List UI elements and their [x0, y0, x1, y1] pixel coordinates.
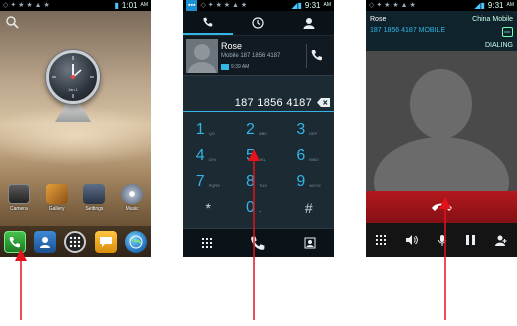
add-call-icon[interactable] — [495, 235, 507, 246]
status-time: 9:31 — [487, 1, 504, 10]
key-2[interactable]: 2 ABC — [233, 118, 283, 142]
settings-icon — [83, 184, 106, 204]
key-hash[interactable]: # — [284, 196, 334, 220]
signal-icon: ◢▮ — [474, 1, 485, 10]
browser-icon[interactable] — [124, 230, 147, 253]
app-drawer-icon[interactable] — [64, 230, 87, 253]
contacts-tab-icon[interactable] — [284, 11, 334, 35]
status-ampm: AM — [323, 2, 332, 8]
call-type-icon — [221, 64, 229, 70]
key-digit: # — [304, 200, 313, 216]
key-letters: WXYZ — [309, 182, 321, 188]
app-shortcuts: Camera Gallery Settings Music — [0, 184, 151, 212]
hold-icon[interactable] — [466, 235, 475, 245]
caller-number: 187 1856 4187 MOBILE — [370, 27, 446, 34]
key-letters: ABC — [258, 130, 268, 136]
call-time: 9:39 AM — [231, 64, 250, 70]
call-log-tab-icon[interactable] — [233, 11, 283, 35]
key-digit: 9 — [296, 173, 306, 190]
avatar-body — [374, 137, 509, 191]
add-contact-icon[interactable] — [304, 237, 316, 249]
backspace-icon[interactable] — [317, 98, 330, 107]
contacts-icon[interactable] — [34, 230, 57, 253]
music-icon — [121, 184, 144, 204]
key-6[interactable]: 6 MNO — [284, 144, 334, 168]
arrow-to-phone-icon — [15, 249, 27, 320]
recent-call-entry[interactable]: Rose Mobile 187 1856 4187 9:39 AM — [183, 36, 334, 76]
app-settings[interactable]: Settings — [78, 184, 110, 212]
app-label: Camera — [9, 206, 28, 212]
more-options-icon[interactable] — [502, 27, 513, 37]
arrow-to-end-call — [439, 197, 451, 320]
arrow-to-dial-keypad — [248, 149, 260, 320]
key-digit: 1 — [195, 121, 205, 138]
call-back-icon[interactable] — [310, 48, 326, 64]
app-label: Music — [125, 206, 139, 212]
dialpad-icon[interactable] — [376, 235, 386, 245]
status-ampm: AM — [140, 2, 149, 8]
caller-info: Rose China Mobile 187 1856 4187 MOBILE D… — [366, 11, 517, 51]
key-1[interactable]: 1 QO — [183, 118, 233, 142]
carrier-name: China Mobile — [472, 16, 513, 23]
home-screen: ◇ ✦ ★ ★ ▲ ★ ▮ 1:01 AM Jan 1 Camera Galle… — [0, 0, 151, 257]
gallery-icon — [45, 184, 68, 204]
notification-icons: ◇ ✦ ★ ★ ▲ ★ — [3, 2, 50, 9]
caller-avatar — [366, 51, 517, 191]
key-letters: PQRS — [208, 182, 220, 188]
keypad-toggle-icon[interactable] — [201, 238, 212, 248]
key-digit: 2 — [246, 121, 255, 138]
avatar-head — [410, 69, 472, 139]
key-7[interactable]: 7 PQRS — [183, 170, 233, 194]
key-4[interactable]: 4 GHI — [183, 144, 233, 168]
key-letters: GHI — [208, 156, 216, 162]
key-digit: * — [205, 200, 211, 216]
camera-icon — [7, 184, 30, 204]
search-icon[interactable] — [5, 15, 19, 29]
app-music[interactable]: Music — [116, 184, 148, 212]
key-digit: 3 — [296, 121, 306, 138]
speaker-icon[interactable] — [406, 235, 418, 245]
dialer-tabs — [183, 11, 334, 35]
status-bar: ▪▪▪ ◇ ✦ ★ ★ ▲ ★ ◢▮ 9:31 AM — [183, 0, 334, 11]
phone-tab-icon[interactable] — [183, 11, 234, 35]
status-bar: ◇ ✦ ★ ★ ▲ ★ ◢▮ 9:31 AM — [366, 0, 517, 11]
signal-icon: ◢▮ — [291, 1, 302, 10]
contact-name: Rose — [221, 41, 243, 51]
key-letters: DEF — [309, 130, 318, 136]
notification-icons: ▪▪▪ ◇ ✦ ★ ★ ▲ ★ — [186, 0, 248, 11]
call-state: DIALING — [484, 42, 513, 49]
signal-icon: ▮ — [114, 1, 119, 10]
status-time: 1:01 — [121, 1, 138, 10]
key-digit: 6 — [296, 147, 306, 164]
contact-number: Mobile 187 1856 4187 — [221, 53, 281, 59]
clock-date: Jan 1 — [68, 87, 78, 92]
status-ampm: AM — [506, 2, 515, 8]
key-digit: 4 — [195, 147, 205, 164]
app-label: Gallery — [48, 206, 65, 212]
status-bar: ◇ ✦ ★ ★ ▲ ★ ▮ 1:01 AM — [0, 0, 151, 11]
key-9[interactable]: 9 WXYZ — [284, 170, 334, 194]
key-letters: QO — [208, 130, 215, 136]
divider — [306, 44, 307, 68]
app-camera[interactable]: Camera — [3, 184, 35, 212]
app-gallery[interactable]: Gallery — [41, 184, 73, 212]
entered-number: 187 1856 4187 — [234, 96, 312, 109]
key-3[interactable]: 3 DEF — [284, 118, 334, 142]
app-label: Settings — [85, 206, 104, 212]
notification-icons: ◇ ✦ ★ ★ ▲ ★ — [369, 2, 416, 9]
analog-clock-widget[interactable]: Jan 1 — [46, 50, 100, 104]
status-time: 9:31 — [304, 1, 321, 10]
messaging-icon[interactable] — [94, 230, 117, 253]
key-star[interactable]: * — [183, 196, 233, 220]
contact-photo — [186, 39, 218, 73]
caller-name: Rose — [370, 16, 387, 23]
number-display[interactable]: 187 1856 4187 — [183, 94, 334, 112]
key-letters: MNO — [309, 156, 319, 162]
key-digit: 7 — [195, 173, 205, 190]
wallpaper — [0, 11, 151, 257]
